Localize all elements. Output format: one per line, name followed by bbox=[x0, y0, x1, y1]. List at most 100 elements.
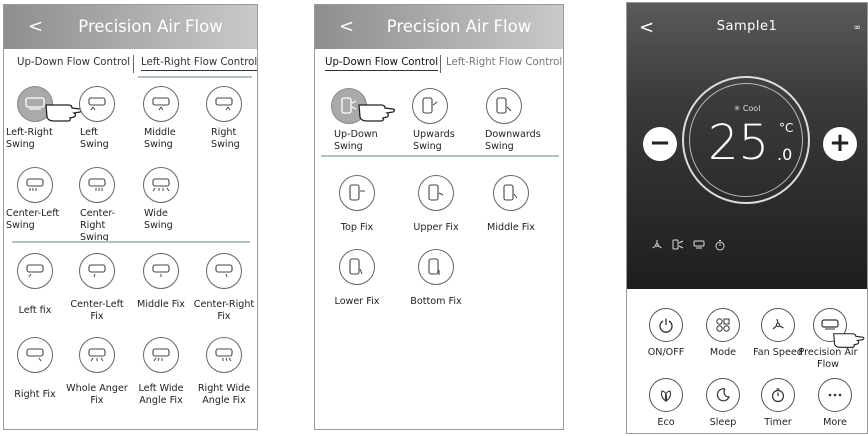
option-label: Right Wide Angle Fix bbox=[197, 383, 251, 406]
ac-side-icon bbox=[339, 249, 375, 285]
status-icons bbox=[651, 239, 726, 251]
option-label: Whole Anger Fix bbox=[66, 383, 128, 406]
ac-side-icon bbox=[418, 175, 454, 211]
ac-unit-icon bbox=[143, 337, 179, 373]
option-label: Left Wide Angle Fix bbox=[138, 383, 184, 406]
mode-label: Cool bbox=[742, 104, 761, 113]
mode-button[interactable]: Mode bbox=[693, 308, 753, 359]
option-label: Bottom Fix bbox=[410, 296, 462, 307]
tab-underline bbox=[138, 76, 252, 78]
middle-swing-option[interactable]: Middle Swing bbox=[130, 86, 192, 151]
right-wide-angle-fix-option[interactable]: Right Wide Angle Fix bbox=[193, 337, 255, 407]
button-label: Eco bbox=[657, 417, 675, 428]
button-label: Mode bbox=[709, 347, 737, 358]
ac-unit-icon bbox=[17, 167, 53, 203]
leaf-icon bbox=[649, 378, 683, 412]
timer-icon bbox=[715, 240, 725, 251]
pointing-hand-icon bbox=[357, 97, 397, 123]
option-label: Middle Fix bbox=[487, 222, 535, 233]
link-icon[interactable]: ∞ bbox=[854, 23, 862, 33]
middle-fix-option[interactable]: Middle Fix bbox=[480, 175, 542, 234]
tab-bar: Up-Down Flow Control Left-Right Flow Con… bbox=[315, 53, 563, 75]
fan-icon bbox=[652, 240, 662, 249]
whole-anger-fix-option[interactable]: Whole Anger Fix bbox=[66, 337, 128, 407]
plus-button[interactable]: + bbox=[823, 127, 857, 161]
bottom-fix-option[interactable]: Bottom Fix bbox=[405, 249, 467, 308]
center-left-fix-option[interactable]: Center-Left Fix bbox=[66, 253, 128, 323]
ac-unit-icon bbox=[143, 86, 179, 122]
sleep-button[interactable]: Sleep bbox=[693, 378, 753, 429]
ac-side-icon bbox=[339, 175, 375, 211]
eco-button[interactable]: Eco bbox=[636, 378, 696, 429]
option-label: Center-Right Fix bbox=[193, 299, 255, 322]
ac-side-icon bbox=[493, 175, 529, 211]
wide-swing-option[interactable]: Wide Swing bbox=[130, 167, 192, 232]
option-label: Left fix bbox=[18, 305, 52, 316]
option-label: Center-Left Swing bbox=[6, 208, 60, 231]
snowflake-icon: ✳ bbox=[733, 104, 743, 113]
header-bar: < Precision Air Flow bbox=[4, 5, 257, 49]
minus-button[interactable]: − bbox=[643, 127, 677, 161]
tab-left-right[interactable]: Left-Right Flow Control bbox=[446, 57, 562, 68]
ac-side-icon bbox=[418, 249, 454, 285]
ac-unit-icon bbox=[693, 240, 705, 249]
center-right-fix-option[interactable]: Center-Right Fix bbox=[193, 253, 255, 323]
lower-fix-option[interactable]: Lower Fix bbox=[326, 249, 388, 308]
right-swing-option[interactable]: Right Swing bbox=[193, 86, 255, 151]
option-label: Lower Fix bbox=[334, 296, 380, 307]
ac-unit-icon bbox=[206, 86, 242, 122]
ac-unit-icon bbox=[79, 253, 115, 289]
ac-side-icon bbox=[412, 88, 448, 124]
airflow-icon bbox=[672, 239, 684, 250]
option-label: Top Fix bbox=[340, 222, 374, 233]
page-title: Precision Air Flow bbox=[386, 17, 532, 36]
tab-up-down[interactable]: Up-Down Flow Control bbox=[325, 57, 439, 71]
left-wide-angle-fix-option[interactable]: Left Wide Angle Fix bbox=[130, 337, 192, 407]
tab-up-down[interactable]: Up-Down Flow Control bbox=[17, 57, 130, 68]
ac-unit-icon bbox=[206, 253, 242, 289]
button-label: More bbox=[823, 417, 847, 428]
tab-divider bbox=[133, 55, 134, 73]
timer-icon bbox=[761, 378, 795, 412]
upper-fix-option[interactable]: Upper Fix bbox=[405, 175, 467, 234]
middle-fix-option[interactable]: Middle Fix bbox=[130, 253, 192, 311]
timer-button[interactable]: Timer bbox=[748, 378, 808, 429]
option-label: Up-Down Swing bbox=[334, 129, 378, 152]
option-label: Upper Fix bbox=[413, 222, 459, 233]
power-icon bbox=[649, 308, 683, 342]
left-swing-option[interactable]: Left Swing bbox=[66, 86, 128, 151]
option-label: Center-Left Fix bbox=[70, 299, 124, 322]
right-fix-option[interactable]: Right Fix bbox=[4, 337, 66, 401]
downwards-swing-option[interactable]: Downwards Swing bbox=[473, 88, 541, 153]
upwards-swing-option[interactable]: Upwards Swing bbox=[399, 88, 461, 153]
option-label: Downwards Swing bbox=[485, 129, 541, 152]
ac-unit-icon bbox=[17, 253, 53, 289]
option-label: Left Swing bbox=[80, 127, 109, 150]
tab-left-right[interactable]: Left-Right Flow Control bbox=[141, 57, 257, 71]
on-off-button[interactable]: ON/OFF bbox=[636, 308, 696, 359]
option-label: Center-Right Swing bbox=[80, 208, 116, 243]
left-fix-option[interactable]: Left fix bbox=[4, 253, 66, 317]
tab-bar: Up-Down Flow Control Left-Right Flow Con… bbox=[4, 53, 257, 75]
temperature-value: 25 bbox=[708, 115, 770, 171]
tab-divider bbox=[440, 55, 441, 73]
page-title: Precision Air Flow bbox=[78, 17, 223, 36]
option-label: Left-Right Swing bbox=[6, 127, 53, 150]
phone-screen-up-down: < Precision Air Flow Up-Down Flow Contro… bbox=[314, 4, 564, 430]
section-divider bbox=[12, 241, 250, 243]
device-name: Sample1 bbox=[716, 19, 778, 34]
ac-unit-icon bbox=[143, 167, 179, 203]
temperature-decimal: .0 bbox=[777, 145, 793, 164]
ac-unit-icon bbox=[79, 86, 115, 122]
more-button[interactable]: More bbox=[805, 378, 865, 429]
top-fix-option[interactable]: Top Fix bbox=[326, 175, 388, 234]
temperature-unit: °C bbox=[779, 121, 794, 135]
center-left-swing-option[interactable]: Center-Left Swing bbox=[4, 167, 66, 232]
phone-screen-main: < Sample1 ∞ ✳ Cool 25 °C .0 − + ON/OFF M… bbox=[626, 2, 868, 434]
ac-unit-icon bbox=[143, 253, 179, 289]
button-label: ON/OFF bbox=[647, 347, 685, 358]
ac-unit-icon bbox=[79, 337, 115, 373]
center-right-swing-option[interactable]: Center-Right Swing bbox=[66, 167, 128, 244]
option-label: Upwards Swing bbox=[413, 129, 455, 152]
option-label: Right Swing bbox=[211, 127, 240, 150]
